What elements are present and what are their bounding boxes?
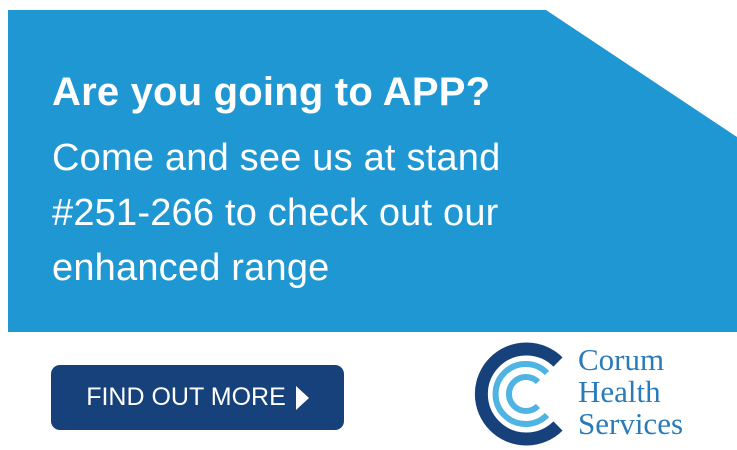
logo-word-services: Services — [578, 406, 684, 441]
subheadline: Come and see us at stand #251-266 to che… — [52, 131, 652, 296]
logo-word-health: Health — [578, 374, 661, 409]
find-out-more-label: FIND OUT MORE — [86, 383, 286, 411]
corum-c-logo-icon — [474, 342, 563, 446]
subheadline-line-2: #251-266 to check out our — [52, 192, 499, 234]
play-arrow-icon — [295, 385, 309, 410]
corum-health-services-logo: Corum Health Services — [468, 340, 718, 448]
find-out-more-button[interactable]: FIND OUT MORE — [51, 365, 344, 430]
advertisement-banner[interactable]: Are you going to APP? Come and see us at… — [0, 0, 737, 450]
subheadline-line-3: enhanced range — [52, 247, 330, 289]
subheadline-line-1: Come and see us at stand — [52, 137, 501, 179]
headline: Are you going to APP? — [52, 70, 491, 114]
logo-wordmark: Corum Health Services — [578, 344, 683, 440]
logo-word-corum: Corum — [578, 342, 665, 377]
